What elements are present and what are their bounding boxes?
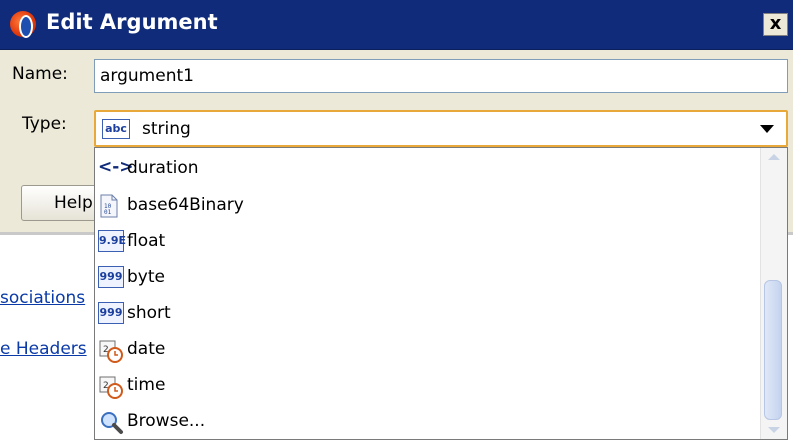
help-button-label: Help: [54, 193, 93, 213]
scrollbar-thumb[interactable]: [764, 280, 782, 420]
list-item-time[interactable]: 2 time: [95, 368, 761, 404]
type-label: Type:: [22, 114, 67, 134]
scroll-down-arrow-icon[interactable]: [768, 427, 780, 433]
list-item-date[interactable]: 2 date: [95, 332, 761, 368]
associations-link[interactable]: sociations: [0, 288, 98, 308]
dropdown-scrollbar[interactable]: [760, 148, 787, 439]
number-icon: 999: [98, 266, 124, 288]
string-type-icon: abc: [102, 119, 130, 139]
list-item-label: short: [127, 303, 171, 323]
list-item-label: time: [127, 375, 166, 395]
scroll-up-arrow-icon[interactable]: [768, 154, 780, 160]
svg-text:01: 01: [104, 209, 112, 216]
list-item-label: duration: [127, 158, 199, 178]
search-icon: [98, 410, 124, 440]
type-dropdown-list: <-> duration 10 01 base64Binary 9.9E flo…: [94, 147, 788, 440]
binary-file-icon: 10 01: [98, 194, 120, 222]
number-icon: 999: [98, 302, 124, 324]
list-item-byte[interactable]: 999 byte: [95, 260, 761, 296]
app-logo-icon: [10, 11, 36, 38]
name-label: Name:: [12, 64, 68, 84]
list-item-label: byte: [127, 267, 165, 287]
list-item-label: date: [127, 339, 166, 359]
list-item-browse[interactable]: Browse...: [95, 404, 761, 440]
list-item-duration[interactable]: <-> duration: [95, 151, 761, 187]
list-item-float[interactable]: 9.9E float: [95, 224, 761, 260]
float-icon: 9.9E: [98, 230, 126, 252]
type-select[interactable]: abc string: [94, 110, 788, 147]
list-item-label: float: [127, 231, 166, 251]
calendar-clock-icon: 2: [98, 374, 124, 404]
list-item-short[interactable]: 999 short: [95, 296, 761, 332]
type-selected-value: string: [142, 119, 191, 139]
close-icon: x: [769, 13, 782, 34]
headers-link[interactable]: e Headers: [0, 339, 98, 359]
list-item-base64binary[interactable]: 10 01 base64Binary: [95, 188, 761, 224]
list-item-label: Browse...: [127, 411, 206, 431]
list-item-label: base64Binary: [127, 195, 244, 215]
chevron-down-icon[interactable]: [760, 125, 774, 133]
close-button[interactable]: x: [763, 13, 788, 36]
dialog-titlebar: Edit Argument x: [0, 0, 793, 50]
name-input[interactable]: argument1: [94, 59, 788, 93]
dialog-title: Edit Argument: [46, 10, 218, 34]
calendar-clock-icon: 2: [98, 338, 124, 368]
